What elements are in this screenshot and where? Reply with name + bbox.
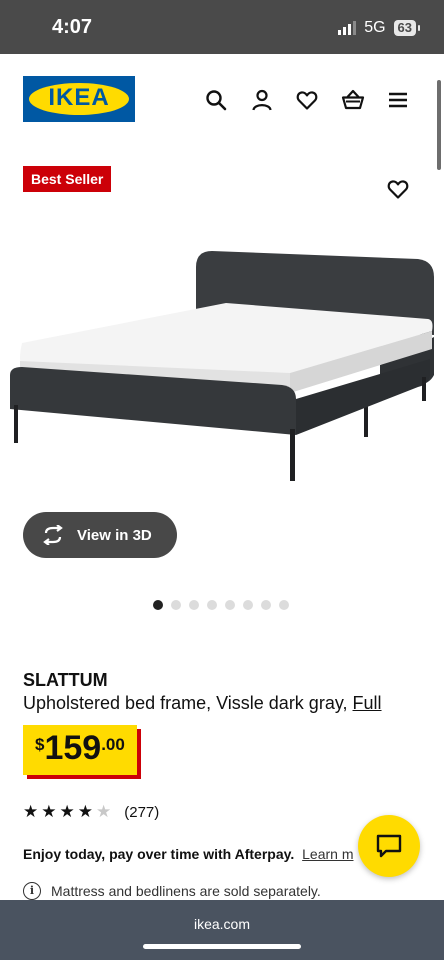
afterpay-info: Enjoy today, pay over time with Afterpay… [23, 846, 354, 862]
status-time: 4:07 [52, 16, 93, 38]
afterpay-text: Enjoy today, pay over time with Afterpay… [23, 846, 295, 862]
size-link[interactable]: Full [353, 693, 382, 713]
price-currency: $ [35, 735, 45, 754]
carousel-dot[interactable] [261, 600, 271, 610]
price-integer: 159 [44, 729, 102, 767]
separate-items-note: i Mattress and bedlinens are sold separa… [23, 882, 321, 900]
star-icon: ★ [77, 802, 93, 821]
battery-icon: 63 [393, 20, 421, 36]
product-rating[interactable]: ★ ★ ★ ★ ★ (277) [23, 803, 159, 821]
chat-button[interactable] [358, 815, 420, 877]
carousel-dot[interactable] [243, 600, 253, 610]
product-description-text: Upholstered bed frame, Vissle dark gray, [23, 693, 348, 713]
menu-icon[interactable] [386, 88, 410, 112]
price-tag: $ 159 .00 [23, 725, 137, 775]
rotate-3d-icon [43, 525, 63, 545]
product-name: SLATTUM [23, 670, 108, 690]
carousel-dot[interactable] [207, 600, 217, 610]
account-icon[interactable] [250, 88, 274, 112]
product-image[interactable] [0, 215, 444, 515]
info-icon: i [23, 882, 41, 900]
learn-more-link[interactable]: Learn m [302, 846, 353, 862]
scroll-indicator[interactable] [437, 80, 441, 170]
best-seller-badge: Best Seller [23, 166, 112, 192]
site-header: IKEA [0, 54, 444, 150]
logo-text: IKEA [48, 84, 110, 111]
status-indicators: 5G 63 [338, 19, 421, 37]
ikea-logo[interactable]: IKEA [23, 76, 135, 122]
view-in-3d-button[interactable]: View in 3D [23, 512, 177, 558]
star-icon: ★ [41, 802, 57, 821]
search-icon[interactable] [204, 88, 228, 112]
carousel-dot[interactable] [171, 600, 181, 610]
product-description: Upholstered bed frame, Vissle dark gray,… [23, 693, 382, 714]
star-icon: ★ [23, 802, 39, 821]
price-decimal: .00 [101, 735, 125, 754]
basket-icon[interactable] [341, 88, 365, 112]
review-count[interactable]: (277) [124, 804, 159, 821]
network-type: 5G [364, 19, 386, 36]
carousel-dot[interactable] [153, 600, 163, 610]
view-in-3d-label: View in 3D [77, 527, 152, 544]
heart-icon[interactable] [295, 88, 319, 112]
favourite-icon[interactable] [386, 177, 410, 201]
star-icon: ★ [59, 802, 75, 821]
carousel-dot[interactable] [279, 600, 289, 610]
note-text: Mattress and bedlinens are sold separate… [51, 883, 321, 899]
carousel-dot[interactable] [225, 600, 235, 610]
signal-icon [338, 21, 357, 35]
carousel-dot[interactable] [189, 600, 199, 610]
home-indicator[interactable] [143, 944, 301, 949]
url-text[interactable]: ikea.com [0, 916, 444, 932]
star-empty-icon: ★ [96, 802, 112, 821]
chat-icon [376, 834, 402, 858]
carousel-dots [153, 600, 289, 610]
browser-address-bar[interactable]: ikea.com [0, 900, 444, 960]
status-bar: 4:07 5G 63 [0, 0, 444, 54]
